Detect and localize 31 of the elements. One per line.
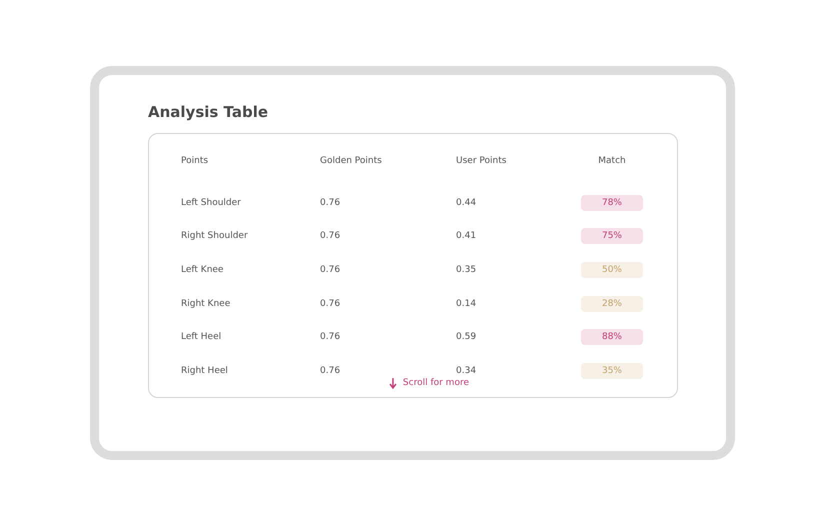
table-cell: 0.41 xyxy=(456,231,476,242)
table-cell: Right Shoulder xyxy=(181,231,248,242)
column-header: Match xyxy=(598,156,626,166)
table-cell: 0.34 xyxy=(456,366,476,376)
column-header: Golden Points xyxy=(320,156,382,166)
column-header: Points xyxy=(181,156,208,166)
down-arrow-icon xyxy=(389,378,397,389)
table-cell: 0.76 xyxy=(320,366,340,376)
table-cell: 0.14 xyxy=(456,298,476,309)
match-badge: 78% xyxy=(581,194,643,211)
table-cell: Right Heel xyxy=(181,366,228,376)
section-title: Analysis Table xyxy=(148,103,270,121)
table-cell: 0.76 xyxy=(320,198,340,208)
table-cell: 0.76 xyxy=(320,332,340,342)
match-badge: 35% xyxy=(581,362,643,379)
table-cell: Left Heel xyxy=(181,332,222,342)
table-cell: 0.59 xyxy=(456,332,476,342)
scroll-hint-link[interactable]: Scroll for more xyxy=(389,378,469,389)
column-header: User Points xyxy=(456,156,506,166)
match-badge: 50% xyxy=(581,262,643,278)
match-badge: 75% xyxy=(581,228,643,244)
table-cell: Left Knee xyxy=(181,264,224,275)
match-badge: 28% xyxy=(581,296,643,312)
table-cell: Right Knee xyxy=(181,298,230,309)
table-cell: 0.76 xyxy=(320,231,340,242)
table-cell: Left Shoulder xyxy=(181,198,241,208)
match-badge: 88% xyxy=(581,329,643,346)
table-cell: 0.35 xyxy=(456,264,476,275)
table-cell: 0.76 xyxy=(320,264,340,275)
table-cell: 0.76 xyxy=(320,298,340,309)
table-cell: 0.44 xyxy=(456,198,476,208)
